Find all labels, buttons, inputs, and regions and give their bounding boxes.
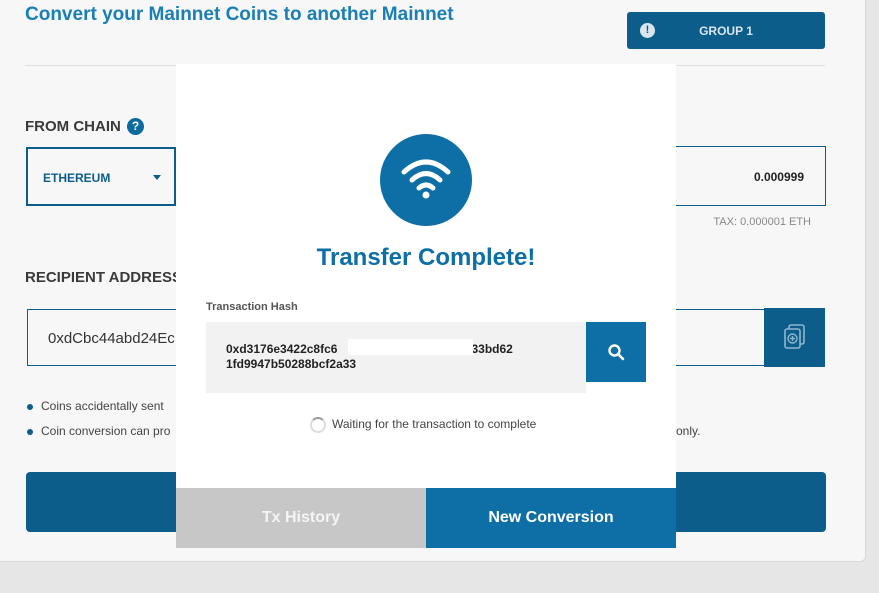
recipient-address-value: 0xdCbc44abd24Ec	[48, 330, 175, 347]
from-chain-select[interactable]: ETHEREUM	[26, 147, 176, 206]
status-text: Waiting for the transaction to complete	[332, 417, 537, 432]
status-icon-circle	[380, 134, 472, 226]
group-button[interactable]: ! GROUP 1	[627, 12, 825, 49]
new-conversion-button[interactable]: New Conversion	[426, 488, 676, 548]
recipient-address-label: RECIPIENT ADDRESS	[25, 269, 182, 286]
chevron-down-icon	[153, 175, 161, 180]
recipient-address-input[interactable]: 0xdCbc44abd24Ec	[27, 309, 177, 366]
transaction-hash-field[interactable]: 0xd3176e3422c8fc6 30d4133bd62 1fd9947b50…	[206, 322, 586, 393]
hash-line-2: 1fd9947b50288bcf2a33	[226, 357, 357, 371]
search-transaction-button[interactable]	[586, 322, 646, 382]
search-icon	[608, 344, 625, 361]
note-item: Coin conversion can pro	[27, 424, 170, 438]
paste-button[interactable]	[764, 308, 825, 367]
amount-field[interactable]: 0.000999	[676, 146, 826, 206]
transaction-hash-label: Transaction Hash	[206, 301, 298, 313]
recipient-address-input-end[interactable]	[676, 309, 765, 366]
help-icon[interactable]: ?	[127, 118, 144, 135]
tx-history-button[interactable]: Tx History	[176, 488, 426, 548]
tax-text: TAX: 0.000001 ETH	[713, 216, 811, 228]
group-button-label: GROUP 1	[699, 24, 753, 38]
note-text: Coins accidentally sent	[41, 399, 164, 413]
modal-title: Transfer Complete!	[316, 244, 536, 271]
bullet-dot	[27, 403, 33, 410]
status-message: Waiting for the transaction to complete	[310, 417, 536, 433]
amount-value: 0.000999	[753, 170, 804, 184]
note-text-end: only.	[676, 424, 701, 438]
bullet-dot	[27, 428, 33, 435]
spinner-icon	[310, 417, 326, 433]
from-chain-label: FROM CHAIN	[25, 118, 121, 135]
note-text: Coin conversion can pro	[41, 424, 171, 438]
from-chain-value: ETHEREUM	[43, 171, 111, 185]
page-title: Convert your Mainnet Coins to another Ma…	[25, 4, 454, 25]
wifi-icon	[401, 159, 451, 199]
paste-icon	[784, 324, 805, 349]
transfer-complete-modal: Transfer Complete! Transaction Hash 0xd3…	[176, 64, 676, 548]
redaction-block	[348, 339, 473, 355]
note-item: Coins accidentally sent	[27, 399, 164, 413]
